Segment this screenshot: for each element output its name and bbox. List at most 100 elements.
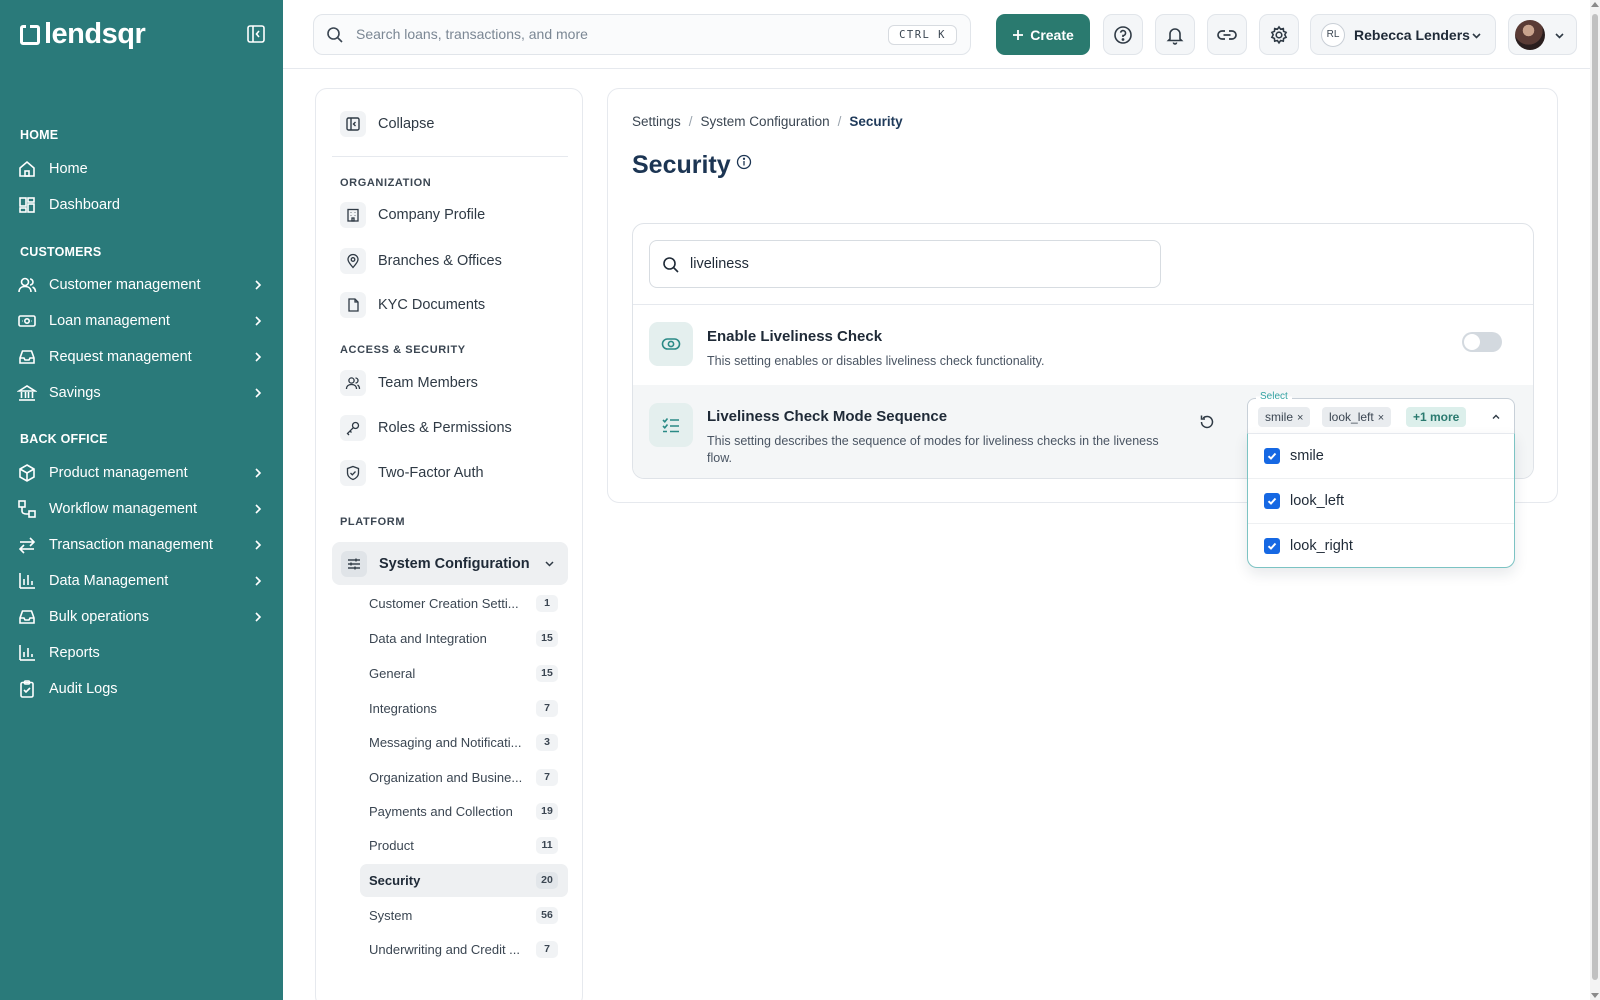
settings-item-team-members[interactable]: Team Members (340, 370, 478, 396)
chip-smile[interactable]: smile × (1258, 407, 1311, 427)
settings-item-label: Company Profile (378, 207, 486, 223)
sub-item-organization-and-business[interactable]: Organization and Busine... 7 (360, 761, 568, 794)
count-badge: 15 (536, 665, 558, 682)
count-badge: 7 (536, 700, 558, 717)
nav-item-request-management[interactable]: Request management (0, 340, 283, 374)
settings-item-kyc-documents[interactable]: KYC Documents (340, 292, 485, 318)
user-name: Rebecca Lenders (1354, 26, 1470, 43)
option-look-right[interactable]: look_right (1248, 523, 1514, 567)
settings-item-company-profile[interactable]: Company Profile (340, 202, 485, 228)
sub-item-general[interactable]: General 15 (360, 657, 568, 690)
panel-collapse-icon (340, 111, 366, 137)
nav-item-loan-management[interactable]: Loan management (0, 304, 283, 338)
chevron-down-icon (1470, 29, 1483, 42)
money-icon (17, 311, 37, 331)
nav-item-dashboard[interactable]: Dashboard (0, 188, 283, 222)
checkbox-checked-icon[interactable] (1264, 492, 1280, 509)
nav-item-product-management[interactable]: Product management (0, 456, 283, 490)
top-bar: Search loans, transactions, and more CTR… (283, 0, 1600, 69)
scroll-down-arrow-icon[interactable] (1591, 993, 1599, 998)
section-platform: PLATFORM (340, 516, 406, 528)
page-scrollbar[interactable] (1590, 0, 1600, 1000)
chip-look-left[interactable]: look_left × (1322, 407, 1392, 427)
close-icon[interactable]: × (1378, 412, 1384, 424)
nav-item-reports[interactable]: Reports (0, 636, 283, 670)
multiselect-field[interactable]: Select smile × look_left × +1 more (1247, 391, 1515, 434)
nav-item-label: Home (49, 161, 88, 177)
nav-item-home[interactable]: Home (0, 152, 283, 186)
chevron-right-icon (251, 466, 265, 480)
settings-button[interactable] (1259, 14, 1299, 55)
sidebar-toggle-icon[interactable] (246, 24, 266, 44)
checkbox-checked-icon[interactable] (1264, 537, 1280, 554)
transfer-icon (17, 535, 37, 555)
nav-item-workflow-management[interactable]: Workflow management (0, 492, 283, 526)
settings-filter-input[interactable]: liveliness (649, 240, 1161, 288)
count-badge: 20 (536, 872, 558, 889)
help-button[interactable] (1103, 14, 1143, 55)
checkbox-checked-icon[interactable] (1264, 448, 1280, 464)
collapse-label: Collapse (378, 116, 435, 132)
settings-item-branches-offices[interactable]: Branches & Offices (340, 248, 502, 274)
notifications-button[interactable] (1155, 14, 1195, 55)
breadcrumb-current: Security (849, 114, 903, 129)
info-icon[interactable] (736, 154, 752, 170)
create-button[interactable]: Create (996, 14, 1090, 55)
user-menu[interactable]: RL Rebecca Lenders (1310, 14, 1496, 55)
global-search-input[interactable]: Search loans, transactions, and more CTR… (313, 14, 971, 55)
nav-item-data-management[interactable]: Data Management (0, 564, 283, 598)
sub-item-data-and-integration[interactable]: Data and Integration 15 (360, 622, 568, 655)
count-badge: 19 (536, 803, 558, 820)
bell-icon (1165, 25, 1185, 45)
page-title: Security (632, 151, 731, 179)
nav-item-savings[interactable]: Savings (0, 376, 283, 410)
settings-item-system-configuration[interactable]: System Configuration (332, 542, 568, 585)
links-button[interactable] (1207, 14, 1247, 55)
settings-item-two-factor-auth[interactable]: Two-Factor Auth (340, 460, 484, 486)
mode-options-dropdown: smile look_left look_right (1247, 433, 1515, 568)
brand-logo[interactable]: lendsqr (20, 18, 146, 51)
nav-item-label: Customer management (49, 277, 201, 293)
breadcrumb-system-configuration[interactable]: System Configuration (701, 114, 830, 129)
profile-avatar-menu[interactable] (1508, 14, 1577, 55)
nav-item-transaction-management[interactable]: Transaction management (0, 528, 283, 562)
sub-item-security[interactable]: Security 20 (360, 864, 568, 897)
sub-item-customer-creation-settings[interactable]: Customer Creation Setti... 1 (360, 587, 568, 620)
settings-item-roles-permissions[interactable]: Roles & Permissions (340, 415, 512, 441)
sub-item-product[interactable]: Product 11 (360, 829, 568, 862)
count-badge: 11 (536, 837, 558, 854)
option-smile[interactable]: smile (1248, 434, 1514, 478)
sub-item-label: Security (369, 873, 421, 888)
liveliness-check-toggle[interactable] (1462, 332, 1502, 352)
collapse-button[interactable]: Collapse (340, 111, 434, 137)
sub-item-payments-and-collection[interactable]: Payments and Collection 19 (360, 795, 568, 828)
nav-item-bulk-operations[interactable]: Bulk operations (0, 600, 283, 634)
sub-item-underwriting-and-credit[interactable]: Underwriting and Credit ... 7 (360, 933, 568, 966)
plus-icon (1012, 29, 1024, 41)
chevron-up-icon[interactable] (1490, 411, 1502, 423)
reset-icon[interactable] (1198, 413, 1216, 431)
setting-row-enable-liveliness-check: Enable Liveliness Check This setting ena… (633, 305, 1533, 385)
mode-sequence-multiselect[interactable]: Select smile × look_left × +1 more (1247, 391, 1515, 434)
count-badge: 15 (536, 630, 558, 647)
sub-item-messaging-and-notifications[interactable]: Messaging and Notificati... 3 (360, 726, 568, 759)
scrollbar-thumb[interactable] (1592, 14, 1598, 980)
workflow-icon (17, 499, 37, 519)
sub-item-system[interactable]: System 56 (360, 899, 568, 932)
close-icon[interactable]: × (1297, 412, 1303, 424)
nav-item-audit-logs[interactable]: Audit Logs (0, 672, 283, 706)
shield-check-icon (340, 460, 366, 486)
breadcrumb-settings[interactable]: Settings (632, 114, 681, 129)
home-icon (17, 159, 37, 179)
more-chip[interactable]: +1 more (1406, 407, 1467, 427)
chevron-right-icon (251, 502, 265, 516)
option-look-left[interactable]: look_left (1248, 478, 1514, 522)
chevron-right-icon (251, 610, 265, 624)
sub-item-integrations[interactable]: Integrations 7 (360, 692, 568, 725)
nav-item-customer-management[interactable]: Customer management (0, 268, 283, 302)
scroll-up-arrow-icon[interactable] (1591, 2, 1599, 7)
setting-title: Liveliness Check Mode Sequence (707, 408, 948, 425)
settings-item-label: KYC Documents (378, 297, 486, 313)
chip-label: smile (1265, 410, 1294, 424)
dashboard-icon (17, 195, 37, 215)
